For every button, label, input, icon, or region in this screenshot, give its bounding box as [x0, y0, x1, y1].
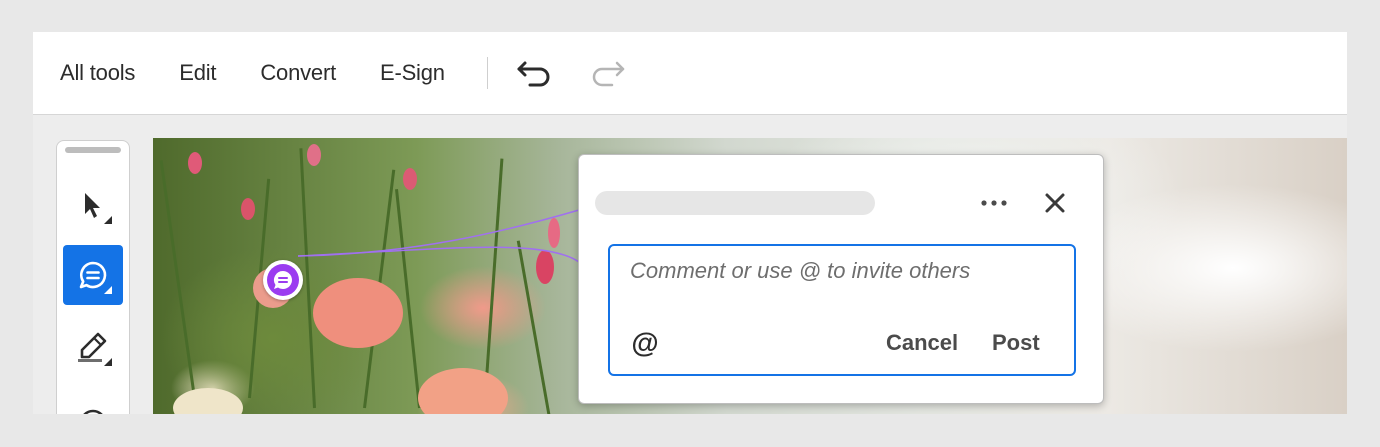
- comment-marker[interactable]: [263, 260, 303, 300]
- close-button[interactable]: [1039, 187, 1071, 219]
- menu-all-tools[interactable]: All tools: [60, 60, 135, 86]
- author-name-placeholder: [595, 191, 875, 215]
- menu-e-sign[interactable]: E-Sign: [380, 60, 445, 86]
- more-options-icon: [981, 200, 1007, 206]
- carnation-flower: [418, 368, 508, 414]
- menu-edit[interactable]: Edit: [179, 60, 216, 86]
- flower-bud: [241, 198, 255, 220]
- comment-input-container: @ Cancel Post: [608, 244, 1076, 376]
- flower-stem: [159, 160, 196, 399]
- white-flower: [173, 388, 243, 414]
- undo-icon: [517, 61, 550, 87]
- comment-input[interactable]: [630, 254, 1050, 288]
- comment-bubble-icon: [273, 271, 292, 289]
- mention-button[interactable]: @: [628, 326, 662, 360]
- menu-convert[interactable]: Convert: [260, 60, 336, 86]
- left-tool-rail: [56, 140, 130, 414]
- toolbar-divider: [486, 57, 488, 89]
- post-button[interactable]: Post: [992, 330, 1040, 356]
- tool-flyout-indicator: [104, 216, 112, 224]
- highlight-tool-button[interactable]: [63, 317, 123, 377]
- comment-tool-button[interactable]: [63, 245, 123, 305]
- close-icon: [1045, 193, 1065, 213]
- flower-bud: [536, 250, 554, 284]
- select-pointer-icon: [85, 193, 100, 218]
- undo-button[interactable]: [514, 53, 554, 93]
- tool-flyout-indicator: [104, 358, 112, 366]
- carnation-flower: [313, 278, 403, 348]
- more-options-button[interactable]: [977, 189, 1011, 217]
- redo-icon: [592, 61, 625, 87]
- comment-popover: @ Cancel Post: [578, 154, 1104, 404]
- flower-bud: [307, 144, 321, 166]
- top-toolbar: All tools Edit Convert E-Sign: [33, 32, 1347, 115]
- partial-tool-icon: [83, 409, 103, 414]
- tool-flyout-indicator: [104, 286, 112, 294]
- cancel-button[interactable]: Cancel: [886, 330, 958, 356]
- redo-button[interactable]: [588, 53, 628, 93]
- flower-bud: [403, 168, 417, 190]
- flower-bud: [188, 152, 202, 174]
- more-tool-button[interactable]: [63, 387, 123, 414]
- select-tool-button[interactable]: [63, 175, 123, 235]
- rail-drag-handle[interactable]: [65, 147, 121, 153]
- flower-stem: [483, 158, 504, 409]
- flower-bud: [548, 218, 560, 248]
